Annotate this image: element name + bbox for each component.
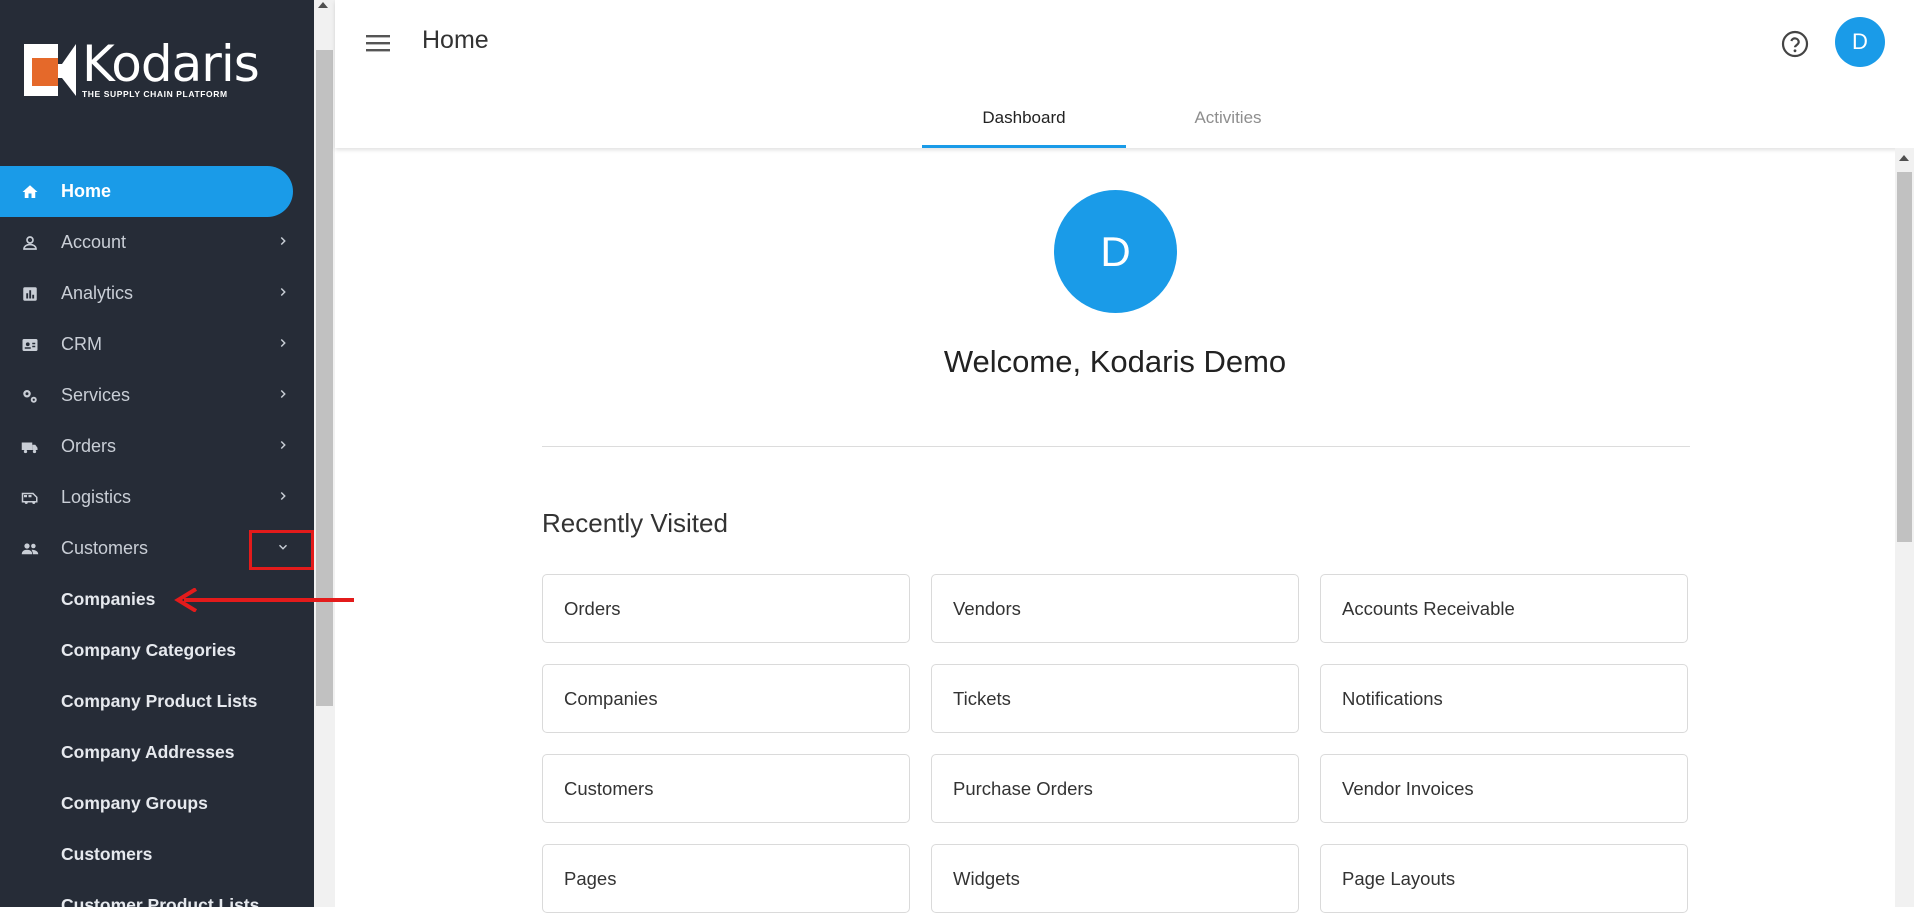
recent-card-tickets[interactable]: Tickets	[931, 664, 1299, 733]
people-icon	[20, 539, 40, 559]
gears-icon	[20, 386, 40, 406]
main-scrollbar-thumb[interactable]	[1897, 172, 1912, 542]
recent-card-purchase-orders[interactable]: Purchase Orders	[931, 754, 1299, 823]
analytics-icon	[20, 284, 40, 304]
recent-card-vendors[interactable]: Vendors	[931, 574, 1299, 643]
home-icon	[20, 182, 40, 202]
recent-card-page-layouts[interactable]: Page Layouts	[1320, 844, 1688, 913]
sidebar-item-home[interactable]: Home	[0, 166, 293, 217]
chevron-right-icon	[280, 338, 286, 348]
tab-dashboard[interactable]: Dashboard	[922, 96, 1126, 148]
truck-icon	[20, 437, 40, 457]
sidebar-subitem-customers[interactable]: Customers	[0, 829, 314, 880]
person-icon	[20, 233, 40, 253]
sidebar-item-logistics[interactable]: Logistics	[0, 472, 314, 523]
sidebar-item-account[interactable]: Account	[0, 217, 314, 268]
dashboard-content: D Welcome, Kodaris Demo Recently Visited…	[335, 148, 1895, 913]
sidebar-item-orders[interactable]: Orders	[0, 421, 314, 472]
chevron-right-icon	[280, 440, 286, 450]
recently-visited-heading: Recently Visited	[542, 508, 728, 538]
top-header: Home D Dashboard Activities	[335, 0, 1914, 148]
annotation-arrow-icon	[174, 588, 354, 612]
sidebar-item-label: Account	[61, 232, 127, 252]
sidebar-item-label: Services	[61, 385, 131, 405]
sidebar-item-services[interactable]: Services	[0, 370, 314, 421]
page-title: Home	[422, 26, 489, 54]
sidebar-scroll-up-icon[interactable]	[318, 2, 328, 8]
chevron-right-icon	[280, 236, 286, 246]
recent-card-notifications[interactable]: Notifications	[1320, 664, 1688, 733]
hamburger-menu-icon[interactable]	[366, 33, 390, 53]
recently-visited-grid: Orders Vendors Accounts Receivable Compa…	[542, 574, 1690, 913]
logo-wordmark: Kodaris	[82, 35, 260, 93]
sidebar-item-analytics[interactable]: Analytics	[0, 268, 314, 319]
profile-avatar: D	[1054, 190, 1177, 313]
contact-card-icon	[20, 335, 40, 355]
recent-card-pages[interactable]: Pages	[542, 844, 910, 913]
recent-card-accounts-receivable[interactable]: Accounts Receivable	[1320, 574, 1688, 643]
user-avatar-button[interactable]: D	[1835, 17, 1885, 67]
sidebar-item-label: Logistics	[61, 487, 132, 507]
kodaris-logo-mark-icon	[24, 44, 76, 96]
recent-card-widgets[interactable]: Widgets	[931, 844, 1299, 913]
main-scroll-up-icon[interactable]	[1899, 155, 1909, 161]
shuttle-icon	[20, 488, 40, 508]
sidebar-subitem-company-product-lists[interactable]: Company Product Lists	[0, 676, 314, 727]
divider	[542, 446, 1690, 447]
recent-card-vendor-invoices[interactable]: Vendor Invoices	[1320, 754, 1688, 823]
annotation-highlight-box	[249, 530, 314, 570]
sidebar-item-label: Analytics	[61, 283, 134, 303]
sidebar-item-label: Home	[61, 181, 112, 201]
recent-card-orders[interactable]: Orders	[542, 574, 910, 643]
recent-card-customers[interactable]: Customers	[542, 754, 910, 823]
tab-activities[interactable]: Activities	[1126, 96, 1330, 148]
welcome-heading: Welcome, Kodaris Demo	[943, 344, 1287, 379]
sidebar-subitem-customer-product-lists[interactable]: Customer Product Lists	[0, 880, 314, 907]
chevron-right-icon	[280, 287, 286, 297]
sidebar-item-label: Customers	[61, 538, 149, 558]
sidebar-item-label: Orders	[61, 436, 117, 456]
tab-bar: Dashboard Activities	[922, 96, 1330, 148]
recent-card-companies[interactable]: Companies	[542, 664, 910, 733]
sidebar-item-label: CRM	[61, 334, 102, 354]
sidebar-item-crm[interactable]: CRM	[0, 319, 314, 370]
sidebar: Kodaris THE SUPPLY CHAIN PLATFORM Home A…	[0, 0, 314, 907]
sidebar-subitem-company-addresses[interactable]: Company Addresses	[0, 727, 314, 778]
help-icon[interactable]	[1781, 30, 1809, 58]
chevron-right-icon	[280, 389, 286, 399]
chevron-right-icon	[280, 491, 286, 501]
kodaris-logo[interactable]: Kodaris THE SUPPLY CHAIN PLATFORM	[22, 35, 260, 100]
sidebar-subitem-company-categories[interactable]: Company Categories	[0, 625, 314, 676]
sidebar-subitem-company-groups[interactable]: Company Groups	[0, 778, 314, 829]
